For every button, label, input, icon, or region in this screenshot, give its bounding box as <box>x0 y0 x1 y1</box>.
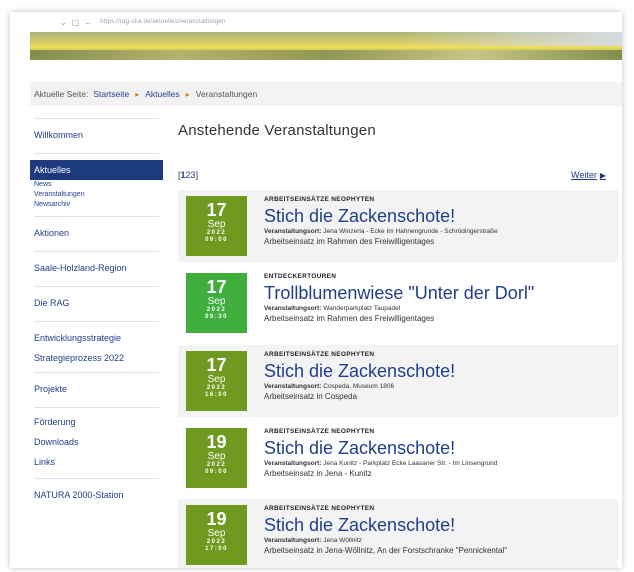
event-description: Arbeitseinsatz im Rahmen des Freiwillige… <box>264 314 435 323</box>
event-description: Arbeitseinsatz in Jena-Wöllnitz, An der … <box>264 546 508 555</box>
event-month: Sep <box>207 219 226 230</box>
event-description: Arbeitseinsatz in Jena - Kunitz <box>264 469 372 478</box>
event-body: ARBEITSEINSÄTZE NEOPHYTEN Stich die Zacke… <box>264 196 614 247</box>
event-date-badge: 19 Sep 2022 17:00 <box>186 505 247 565</box>
event-day: 19 <box>206 509 227 529</box>
event-list: 17 Sep 2022 09:00 ARBEITSEINSÄTZE NEOPHYTEN S… <box>10 12 622 568</box>
event-location-value: Wanderparkplatz Taupadel <box>323 305 401 312</box>
event-day: 17 <box>206 200 227 220</box>
event-location-value: Jena Wöllnitz <box>323 537 362 544</box>
event-description: Arbeitseinsatz im Rahmen des Freiwillige… <box>264 237 435 246</box>
event-location-label: Veranstaltungsort: <box>264 537 322 544</box>
event-date-badge: 17 Sep 2022 16:00 <box>186 351 247 411</box>
event-category: ARBEITSEINSÄTZE NEOPHYTEN <box>264 428 375 435</box>
event-category: ARBEITSEINSÄTZE NEOPHYTEN <box>264 505 375 512</box>
event-category: ENTDECKERTOUREN <box>264 273 337 280</box>
event-time: 09:00 <box>205 237 228 243</box>
event-location-value: Cospeda, Museum 1806 <box>323 383 395 390</box>
event-row[interactable]: 17 Sep 2022 16:00 ARBEITSEINSÄTZE NEOPHYTEN S… <box>178 345 618 417</box>
event-location-label: Veranstaltungsort: <box>264 383 322 390</box>
event-body: ARBEITSEINSÄTZE NEOPHYTEN Stich die Zacke… <box>264 351 614 402</box>
event-location-value: Jena Kunitz - Parkplatz Ecke Laasaner St… <box>323 460 498 467</box>
event-time: 16:00 <box>205 392 228 398</box>
event-location-label: Veranstaltungsort: <box>264 460 322 467</box>
event-date-badge: 19 Sep 2022 09:00 <box>186 428 247 488</box>
event-category: ARBEITSEINSÄTZE NEOPHYTEN <box>264 196 375 203</box>
event-year: 2022 <box>206 385 227 391</box>
event-title-link[interactable]: Stich die Zackenschote! <box>264 360 614 382</box>
event-title-link[interactable]: Stich die Zackenschote! <box>264 437 614 459</box>
event-year: 2022 <box>206 307 227 313</box>
event-title-link[interactable]: Stich die Zackenschote! <box>264 514 614 536</box>
event-row[interactable]: 19 Sep 2022 09:00 ARBEITSEINSÄTZE NEOPHYTEN S… <box>178 422 618 494</box>
event-month: Sep <box>207 528 226 539</box>
event-time: 09:00 <box>205 469 228 475</box>
event-time: 09:30 <box>205 314 228 320</box>
event-location-label: Veranstaltungsort: <box>264 228 322 235</box>
event-location-value: Jena Winzerla - Ecke Im Hahnengrunde - S… <box>323 228 498 235</box>
event-row[interactable]: 17 Sep 2022 09:30 ENTDECKERTOUREN Trollblumen… <box>178 267 618 339</box>
event-year: 2022 <box>206 462 227 468</box>
event-month: Sep <box>207 451 226 462</box>
event-row[interactable]: 19 Sep 2022 17:00 ARBEITSEINSÄTZE NEOPHYTEN S… <box>178 499 618 568</box>
event-title-link[interactable]: Trollblumenwiese "Unter der Dorl" <box>264 282 614 304</box>
event-location: Veranstaltungsort: Jena Kunitz - Parkpla… <box>264 459 614 468</box>
event-location: Veranstaltungsort: Cospeda, Museum 1806 <box>264 382 614 391</box>
event-body: ARBEITSEINSÄTZE NEOPHYTEN Stich die Zacke… <box>264 428 614 479</box>
event-body: ARBEITSEINSÄTZE NEOPHYTEN Stich die Zacke… <box>264 505 614 556</box>
event-location: Veranstaltungsort: Wanderparkplatz Taupa… <box>264 304 614 313</box>
event-location: Veranstaltungsort: Jena Wöllnitz <box>264 536 614 545</box>
event-body: ENTDECKERTOUREN Trollblumenwiese "Unter d… <box>264 273 614 324</box>
event-location-label: Veranstaltungsort: <box>264 305 322 312</box>
event-date-badge: 17 Sep 2022 09:30 <box>186 273 247 333</box>
event-day: 17 <box>206 355 227 375</box>
event-row[interactable]: 17 Sep 2022 09:00 ARBEITSEINSÄTZE NEOPHYTEN S… <box>178 190 618 262</box>
event-category: ARBEITSEINSÄTZE NEOPHYTEN <box>264 351 375 358</box>
event-month: Sep <box>207 374 226 385</box>
event-year: 2022 <box>206 230 227 236</box>
event-time: 17:00 <box>205 546 228 552</box>
event-month: Sep <box>207 296 226 307</box>
event-title-link[interactable]: Stich die Zackenschote! <box>264 205 614 227</box>
page-frame: ⌄ ▢ ← https://rag-sha.de/aktuelles/veran… <box>10 12 622 568</box>
event-day: 17 <box>206 277 227 297</box>
event-location: Veranstaltungsort: Jena Winzerla - Ecke … <box>264 227 614 236</box>
event-date-badge: 17 Sep 2022 09:00 <box>186 196 247 256</box>
event-description: Arbeitseinsatz in Cospeda <box>264 392 357 401</box>
event-day: 19 <box>206 432 227 452</box>
event-year: 2022 <box>206 539 227 545</box>
